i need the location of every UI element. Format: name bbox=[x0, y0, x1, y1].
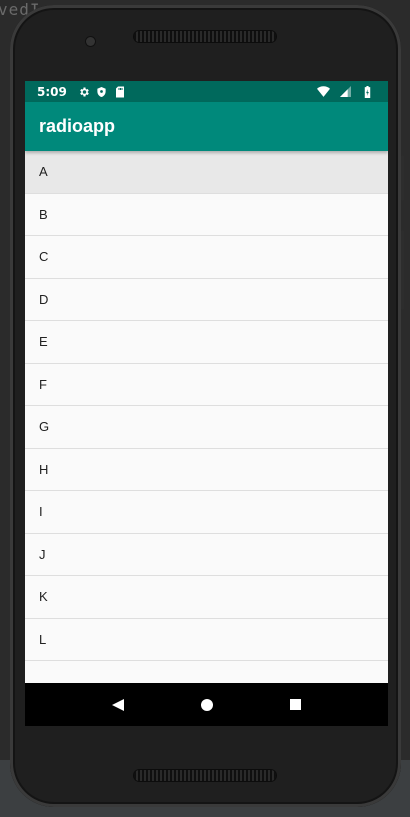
shield-icon bbox=[95, 85, 109, 99]
list-item[interactable]: H bbox=[25, 448, 388, 491]
battery-icon bbox=[360, 85, 374, 99]
home-button[interactable] bbox=[187, 685, 227, 725]
list-item-label: L bbox=[39, 631, 47, 647]
status-time: 5:09 bbox=[37, 84, 67, 99]
list-item[interactable]: F bbox=[25, 363, 388, 406]
list-item-label: K bbox=[39, 589, 48, 605]
letter-list[interactable]: A B C D E F G H I J K L bbox=[25, 151, 388, 683]
list-item[interactable]: I bbox=[25, 491, 388, 534]
home-icon bbox=[200, 698, 213, 711]
status-bar: 5:09 bbox=[25, 81, 388, 102]
recents-icon bbox=[290, 699, 301, 710]
power-button[interactable] bbox=[401, 155, 404, 201]
list-item[interactable]: L bbox=[25, 618, 388, 661]
list-item-label: C bbox=[39, 249, 49, 265]
list-item[interactable]: K bbox=[25, 576, 388, 619]
list-item[interactable] bbox=[25, 661, 388, 683]
list-item-label: E bbox=[39, 334, 48, 350]
bottom-speaker-grille bbox=[134, 770, 276, 781]
list-item-label: J bbox=[39, 546, 46, 562]
navigation-bar bbox=[25, 683, 388, 726]
front-camera bbox=[86, 37, 95, 46]
list-item-label: A bbox=[39, 164, 48, 180]
wifi-icon bbox=[316, 85, 330, 99]
gear-icon bbox=[77, 85, 91, 99]
list-item-label: G bbox=[39, 419, 50, 435]
list-item[interactable]: G bbox=[25, 406, 388, 449]
list-item-label: H bbox=[39, 461, 49, 477]
list-item-label: B bbox=[39, 206, 48, 222]
sd-card-icon bbox=[113, 85, 127, 99]
list-item[interactable]: E bbox=[25, 321, 388, 364]
list-item[interactable]: B bbox=[25, 193, 388, 236]
volume-button[interactable] bbox=[401, 230, 404, 310]
list-item-label: I bbox=[39, 504, 43, 520]
list-item[interactable]: C bbox=[25, 236, 388, 279]
back-icon bbox=[111, 698, 124, 711]
back-button[interactable] bbox=[98, 685, 138, 725]
device-screen: 5:09 radioapp A B C D E F G H I J K L bbox=[25, 81, 388, 726]
list-item[interactable]: A bbox=[25, 151, 388, 194]
list-item[interactable]: D bbox=[25, 278, 388, 321]
cell-signal-icon bbox=[338, 85, 352, 99]
app-toolbar: radioapp bbox=[25, 102, 388, 151]
list-item-label: D bbox=[39, 291, 49, 307]
list-item-label: F bbox=[39, 376, 47, 392]
list-item[interactable]: J bbox=[25, 533, 388, 576]
recents-button[interactable] bbox=[276, 685, 316, 725]
top-speaker-grille bbox=[134, 31, 276, 42]
app-title: radioapp bbox=[39, 116, 116, 136]
